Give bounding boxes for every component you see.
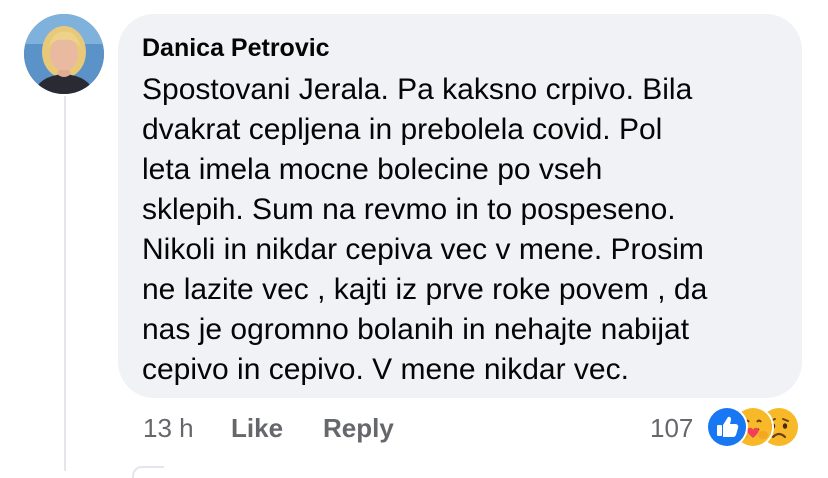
comment-timestamp[interactable]: 13 h [143,408,194,448]
reply-thread-connector [132,466,164,478]
comment-bubble: Danica Petrovic Spostovani Jerala. Pa ka… [118,14,802,398]
comment-text: Spostovani Jerala. Pa kaksno crpivo. Bil… [142,70,794,390]
reply-button[interactable]: Reply [323,408,394,448]
comment-line: dvakrat cepljena in prebolela covid. Pol [142,113,663,146]
avatar[interactable] [24,14,104,94]
comment-line: leta imela mocne bolecine po vseh [142,153,603,186]
comment-line: Nikoli in nikdar cepiva vec v mene. Pros… [142,233,704,266]
like-icon [706,406,748,448]
comment-line: nas je ogromno bolanih in nehajte nabija… [142,313,690,346]
comment-line: cepivo in cepivo. V mene nikdar vec. [142,353,629,386]
thread-line [64,96,66,471]
comment-line: sklepih. Sum na revmo in to pospeseno. [142,193,676,226]
comment-line: Spostovani Jerala. Pa kaksno crpivo. Bil… [142,73,693,106]
comment-line: ne lazite vec , kajti iz prve roke povem… [142,273,708,306]
like-button[interactable]: Like [231,408,283,448]
comment-author[interactable]: Danica Petrovic [142,34,330,63]
reaction-summary[interactable] [706,406,816,448]
reaction-count[interactable]: 107 [650,408,693,448]
